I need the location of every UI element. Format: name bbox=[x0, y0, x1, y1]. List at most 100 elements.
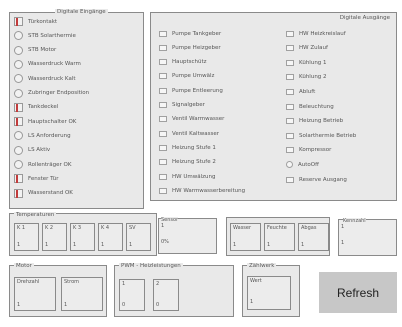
digital-output-row[interactable]: Abluft bbox=[286, 86, 315, 97]
digital-input-label: Wasserstand OK bbox=[28, 190, 73, 197]
digital-inputs-title: Digitale Eingänge bbox=[55, 9, 108, 16]
indicator-on-icon bbox=[14, 17, 23, 26]
digital-output-label: Ventil Kaltwasser bbox=[172, 130, 219, 137]
output-checkbox[interactable] bbox=[286, 147, 294, 154]
output-checkbox[interactable] bbox=[286, 132, 294, 139]
digital-inputs-panel: Digitale Eingänge Türkontakt STB Solarthe… bbox=[9, 9, 144, 209]
counter-title: Zählwerk bbox=[247, 263, 277, 270]
output-checkbox[interactable] bbox=[159, 73, 167, 80]
output-checkbox[interactable] bbox=[159, 130, 167, 137]
digital-output-row[interactable]: Reserve Ausgang bbox=[286, 174, 347, 185]
digital-output-row[interactable]: Kühlung 2 bbox=[286, 72, 327, 83]
water-field: Feuchte 1 bbox=[264, 223, 295, 251]
output-checkbox[interactable] bbox=[286, 59, 294, 66]
water-humidity-panel: Wasser 1 Feuchte 1 Abgas 1 bbox=[226, 217, 330, 256]
digital-output-row[interactable]: Kompressor bbox=[286, 145, 331, 156]
pwm-label: 1 bbox=[122, 281, 126, 287]
output-checkbox[interactable] bbox=[159, 144, 167, 151]
digital-outputs-title: Digitale Ausgänge bbox=[337, 15, 392, 22]
digital-output-label: Heizung Betrieb bbox=[299, 118, 344, 125]
kennzahl-title: Kennzahl bbox=[343, 218, 366, 224]
digital-output-label: Reserve Ausgang bbox=[299, 176, 347, 183]
output-checkbox[interactable] bbox=[159, 187, 167, 194]
water-label: Feuchte bbox=[267, 225, 287, 231]
output-checkbox[interactable] bbox=[286, 45, 294, 52]
digital-output-row[interactable]: Solarthermie Betrieb bbox=[286, 130, 356, 141]
digital-output-label: HW Umwälzung bbox=[172, 173, 216, 180]
digital-output-row[interactable]: Pumpe Tankgeber bbox=[159, 28, 221, 39]
counter-panel: Zählwerk Wert 1 bbox=[242, 263, 300, 317]
digital-output-row[interactable]: Signalgeber bbox=[159, 100, 205, 111]
digital-output-row[interactable]: AutoOff bbox=[286, 159, 319, 170]
indicator-off-icon bbox=[14, 160, 23, 169]
output-checkbox[interactable] bbox=[286, 118, 294, 125]
output-checkbox[interactable] bbox=[286, 88, 294, 95]
digital-output-row[interactable]: HW Heizkreislauf bbox=[286, 28, 346, 39]
pwm-panel: PWM - Heizleistungen 1020 bbox=[114, 263, 234, 317]
digital-output-label: HW Warmwasserbereitung bbox=[172, 187, 246, 194]
indicator-off-icon bbox=[14, 74, 23, 84]
temperature-label: SV bbox=[129, 225, 136, 231]
digital-output-row[interactable]: Heizung Stufe 2 bbox=[159, 157, 216, 168]
digital-output-row[interactable]: Pumpe Umwälz bbox=[159, 71, 214, 82]
digital-output-row[interactable]: Heizung Stufe 1 bbox=[159, 142, 216, 153]
output-checkbox[interactable] bbox=[159, 102, 167, 108]
digital-input-row: Wasserdruck Kalt bbox=[14, 73, 76, 84]
output-checkbox[interactable] bbox=[159, 30, 167, 37]
motor-title: Motor bbox=[14, 263, 34, 270]
indicator-on-icon bbox=[14, 174, 23, 184]
counter-field: Wert 1 bbox=[247, 276, 291, 310]
output-checkbox[interactable] bbox=[159, 116, 167, 123]
digital-input-label: STB Motor bbox=[28, 47, 57, 54]
output-checkbox[interactable] bbox=[286, 176, 294, 183]
digital-output-row[interactable]: Heizung Betrieb bbox=[286, 116, 343, 127]
digital-output-row[interactable]: Kühlung 1 bbox=[286, 57, 327, 68]
digital-output-label: Pumpe Tankgeber bbox=[172, 30, 222, 37]
digital-output-label: Beleuchtung bbox=[299, 103, 334, 110]
digital-input-label: Zubringer Endposition bbox=[28, 90, 90, 96]
refresh-button[interactable]: Refresh bbox=[319, 272, 397, 313]
temperature-field: K 4 1 bbox=[98, 223, 123, 251]
digital-output-row[interactable]: HW Umwälzung bbox=[159, 171, 215, 182]
digital-output-row[interactable]: HW Zulauf bbox=[286, 43, 328, 54]
indicator-off-icon bbox=[14, 88, 23, 98]
output-checkbox[interactable] bbox=[286, 103, 294, 110]
digital-output-row[interactable]: Hauptschütz bbox=[159, 57, 207, 68]
output-radio[interactable] bbox=[286, 161, 293, 169]
digital-input-label: LS Anforderung bbox=[28, 132, 71, 139]
output-checkbox[interactable] bbox=[159, 159, 167, 166]
motor-label: Strom bbox=[64, 279, 80, 285]
output-checkbox[interactable] bbox=[159, 44, 167, 51]
digital-output-label: Heizung Stufe 2 bbox=[172, 159, 216, 166]
pwm-field: 10 bbox=[119, 279, 145, 311]
water-value: 1 bbox=[301, 242, 305, 248]
output-checkbox[interactable] bbox=[286, 30, 294, 37]
motor-panel: Motor Drehzahl 1 Strom 1 bbox=[9, 263, 107, 317]
digital-input-label: LS Aktiv bbox=[28, 147, 51, 154]
digital-output-row[interactable]: Ventil Warmwasser bbox=[159, 114, 224, 125]
digital-output-label: Heizung Stufe 1 bbox=[172, 144, 216, 151]
digital-output-row[interactable]: Pumpe Heizgeber bbox=[159, 42, 221, 53]
temperature-label: K 3 bbox=[73, 225, 82, 231]
digital-output-label: Pumpe Umwälz bbox=[172, 73, 215, 80]
motor-value: 1 bbox=[64, 302, 68, 308]
digital-output-row[interactable]: Ventil Kaltwasser bbox=[159, 128, 219, 139]
temperature-value: 1 bbox=[45, 242, 49, 248]
pwm-field: 20 bbox=[153, 279, 179, 311]
output-checkbox[interactable] bbox=[159, 87, 167, 94]
indicator-on-icon bbox=[14, 188, 23, 198]
output-checkbox[interactable] bbox=[286, 74, 294, 81]
digital-input-row: LS Anforderung bbox=[14, 130, 71, 141]
digital-input-label: Tankdeckel bbox=[28, 104, 59, 111]
output-checkbox[interactable] bbox=[159, 59, 167, 66]
digital-input-label: Türkontakt bbox=[28, 18, 58, 25]
output-checkbox[interactable] bbox=[159, 173, 167, 180]
digital-output-row[interactable]: HW Warmwasserbereitung bbox=[159, 185, 245, 196]
digital-output-label: HW Zulauf bbox=[299, 45, 328, 52]
digital-output-label: Hauptschütz bbox=[172, 59, 207, 66]
digital-output-row[interactable]: Pumpe Entleerung bbox=[159, 85, 223, 96]
digital-output-label: Ventil Warmwasser bbox=[172, 116, 225, 123]
digital-output-row[interactable]: Beleuchtung bbox=[286, 101, 334, 112]
digital-output-label: AutoOff bbox=[298, 161, 319, 168]
sensor-value: 0% bbox=[161, 239, 169, 245]
